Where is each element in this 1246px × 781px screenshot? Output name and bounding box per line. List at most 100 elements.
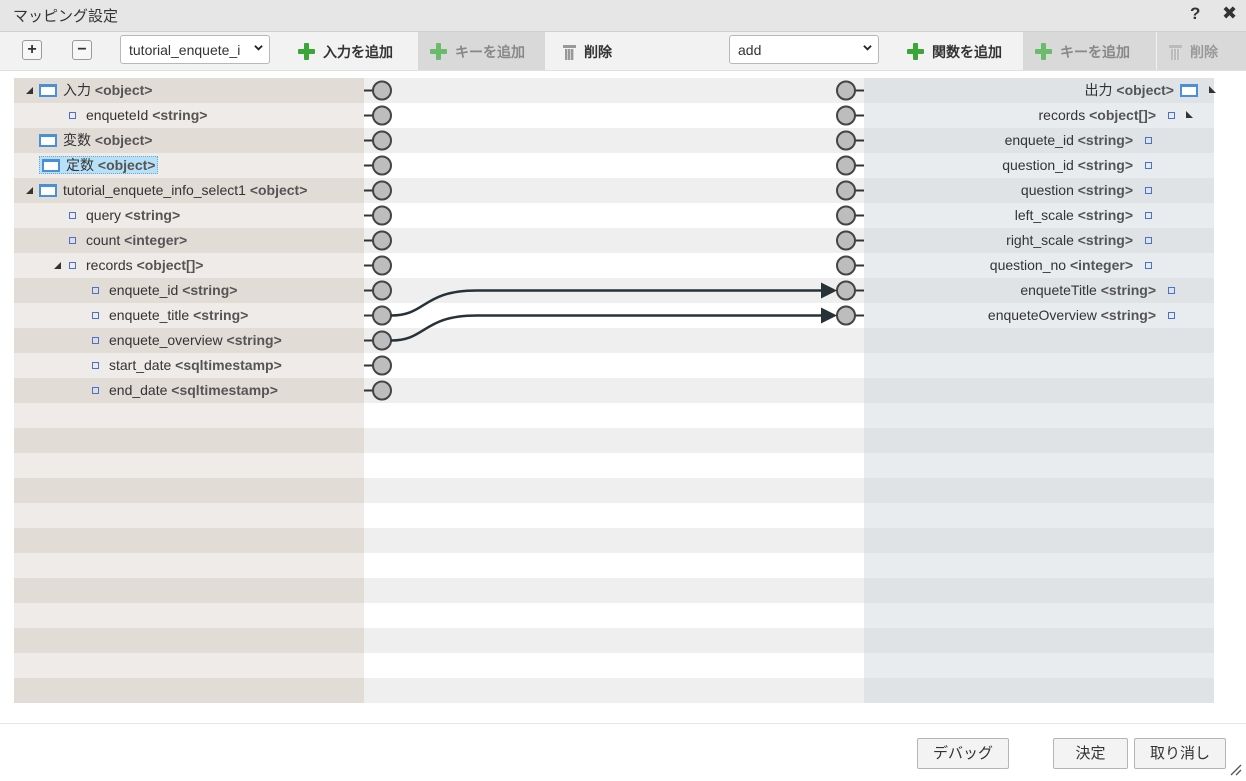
plus-icon (430, 43, 447, 60)
node-content[interactable]: end_date <sqltimestamp> (92, 382, 278, 398)
output-port-connector[interactable] (836, 130, 856, 151)
tree-leaf-node[interactable]: records <object[]> (1039, 103, 1175, 128)
mapping-canvas (364, 78, 864, 703)
input-select-value: tutorial_enquete_i (129, 42, 241, 58)
expand-triangle-icon[interactable] (26, 187, 33, 194)
tree-leaf-node[interactable]: enquete_overview <string> (92, 328, 282, 353)
tree-leaf-node[interactable]: enquete_id <string> (1005, 128, 1152, 153)
ok-button[interactable]: 決定 (1053, 738, 1128, 769)
input-port-connector[interactable] (372, 155, 392, 176)
tree-object-node[interactable]: 入力 <object> (26, 78, 152, 103)
node-content[interactable]: records <object[]> (69, 257, 203, 273)
node-content[interactable]: enquete_title <string> (92, 307, 248, 323)
input-port-connector[interactable] (372, 280, 392, 301)
tree-leaf-node[interactable]: query <string> (69, 203, 180, 228)
node-content[interactable]: enquete_overview <string> (92, 332, 282, 348)
selected-node[interactable]: 定数 <object> (39, 156, 159, 174)
output-port-connector[interactable] (836, 205, 856, 226)
input-port-connector[interactable] (372, 80, 392, 101)
input-port-connector[interactable] (372, 230, 392, 251)
object-icon (42, 159, 60, 172)
tree-leaf-node[interactable]: start_date <sqltimestamp> (92, 353, 282, 378)
delete-button-right[interactable]: 削除 (1157, 32, 1246, 70)
node-name: 定数 (66, 157, 94, 173)
expand-triangle-icon[interactable] (26, 87, 33, 94)
input-port-connector[interactable] (372, 380, 392, 401)
tree-leaf-node[interactable]: enqueteOverview <string> (988, 303, 1175, 328)
delete-button-left[interactable]: 削除 (551, 32, 624, 70)
input-port-connector[interactable] (372, 105, 392, 126)
output-port-connector[interactable] (836, 305, 856, 326)
tree-leaf-node[interactable]: records <object[]> (54, 253, 203, 278)
add-input-button[interactable]: 入力を追加 (286, 32, 405, 70)
debug-button[interactable]: デバッグ (917, 738, 1009, 769)
node-content[interactable]: enquete_id <string> (92, 282, 237, 298)
input-port-connector[interactable] (372, 355, 392, 376)
tree-leaf-node[interactable]: question <string> (1021, 178, 1152, 203)
node-name: question_id (1002, 157, 1074, 173)
output-port-connector[interactable] (836, 230, 856, 251)
output-port-connector[interactable] (836, 280, 856, 301)
mapping-wire[interactable] (390, 314, 822, 342)
output-port-connector[interactable] (836, 105, 856, 126)
tree-leaf-node[interactable]: right_scale <string> (1006, 228, 1152, 253)
add-key-button-left[interactable]: キーを追加 (418, 32, 545, 70)
output-port-connector[interactable] (836, 255, 856, 276)
node-content[interactable]: query <string> (69, 207, 180, 223)
input-port-connector[interactable] (372, 330, 392, 351)
window-title: マッピング設定 (13, 8, 119, 25)
right-row (864, 678, 1214, 703)
close-icon[interactable]: ✖ (1222, 3, 1237, 24)
tree-leaf-node[interactable]: left_scale <string> (1015, 203, 1152, 228)
tree-leaf-node[interactable]: count <integer> (69, 228, 187, 253)
add-function-button[interactable]: 関数を追加 (895, 32, 1014, 70)
tree-leaf-node[interactable]: enqueteTitle <string> (1020, 278, 1175, 303)
node-type: <string> (1077, 157, 1133, 173)
function-select[interactable]: add (729, 35, 879, 64)
node-type: <string> (1077, 132, 1133, 148)
tree-leaf-node[interactable]: enquete_title <string> (92, 303, 248, 328)
expand-triangle-icon[interactable] (1186, 111, 1193, 118)
expand-all-button[interactable]: + (22, 40, 42, 60)
input-port-connector[interactable] (372, 205, 392, 226)
tree-object-node[interactable]: 出力 <object> (1085, 78, 1198, 103)
tree-leaf-node[interactable]: enqueteId <string> (69, 103, 207, 128)
tree-leaf-node[interactable]: question_id <string> (1002, 153, 1152, 178)
right-row (864, 453, 1214, 478)
cancel-button[interactable]: 取り消し (1134, 738, 1226, 769)
output-port-connector[interactable] (836, 180, 856, 201)
tree-leaf-node[interactable]: question_no <integer> (990, 253, 1152, 278)
resize-grip-icon[interactable] (1228, 762, 1242, 776)
node-name: start_date (109, 357, 172, 373)
expand-triangle-icon[interactable] (1209, 86, 1216, 93)
node-content[interactable]: start_date <sqltimestamp> (92, 357, 282, 373)
mapping-wire[interactable] (390, 289, 822, 317)
node-content[interactable]: 入力 <object> (39, 82, 152, 98)
tree-leaf-node[interactable]: end_date <sqltimestamp> (92, 378, 278, 403)
expand-triangle-icon[interactable] (54, 262, 61, 269)
node-name: end_date (109, 382, 168, 398)
output-port-connector[interactable] (836, 80, 856, 101)
input-port-connector[interactable] (372, 255, 392, 276)
field-icon (1168, 287, 1175, 294)
node-content[interactable]: count <integer> (69, 232, 187, 248)
field-icon (1145, 162, 1152, 169)
tree-leaf-node[interactable]: enquete_id <string> (92, 278, 237, 303)
tree-object-node[interactable]: tutorial_enquete_info_select1 <object> (26, 178, 307, 203)
node-type: <string> (1100, 307, 1156, 323)
node-content[interactable]: tutorial_enquete_info_select1 <object> (39, 182, 307, 198)
collapse-all-button[interactable]: − (72, 40, 92, 60)
chevron-down-icon (254, 45, 263, 51)
output-port-connector[interactable] (836, 155, 856, 176)
input-port-connector[interactable] (372, 180, 392, 201)
help-icon[interactable]: ? (1190, 4, 1200, 24)
add-key-button-right[interactable]: キーを追加 (1023, 32, 1156, 70)
node-content[interactable]: 変数 <object> (39, 132, 152, 148)
tree-object-node[interactable]: 変数 <object> (39, 128, 152, 153)
input-port-connector[interactable] (372, 305, 392, 326)
input-select[interactable]: tutorial_enquete_i (120, 35, 270, 64)
tree-object-node[interactable]: 定数 <object> (39, 153, 159, 178)
node-content[interactable]: enqueteId <string> (69, 107, 207, 123)
input-port-connector[interactable] (372, 130, 392, 151)
trash-icon (563, 44, 576, 60)
